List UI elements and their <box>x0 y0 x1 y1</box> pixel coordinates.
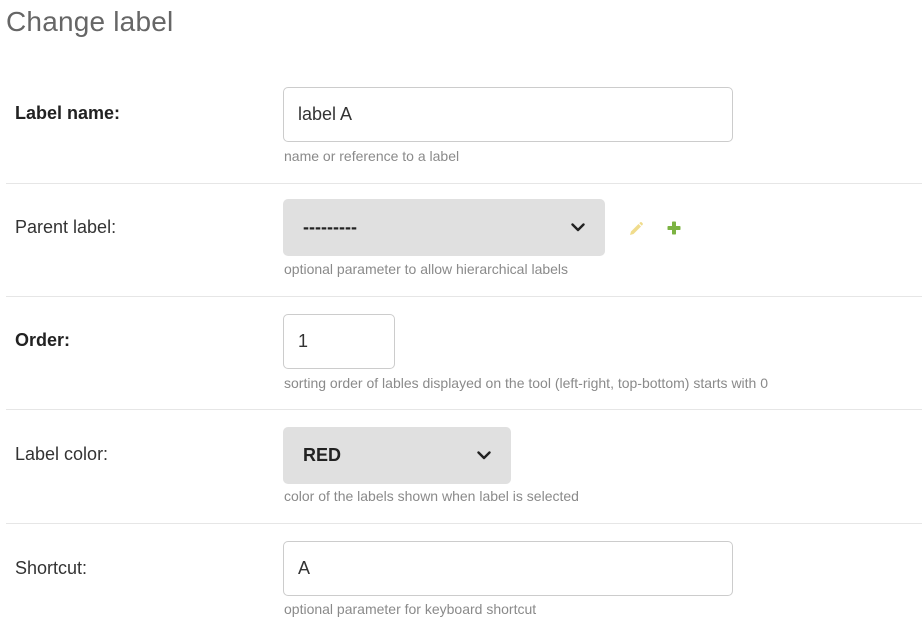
order-value: 1 <box>298 331 309 351</box>
label-name-help: name or reference to a label <box>284 148 460 164</box>
change-label-form: Change label Label name: label A name or… <box>0 0 922 632</box>
label-color-help: color of the labels shown when label is … <box>284 488 579 504</box>
shortcut-value: A <box>298 558 311 578</box>
plus-icon[interactable] <box>666 220 682 236</box>
label-color-selected: RED <box>303 445 342 465</box>
divider <box>6 409 922 410</box>
pencil-icon[interactable] <box>628 221 644 237</box>
parent-label-help: optional parameter to allow hierarchical… <box>284 261 569 277</box>
chevron-down-icon <box>477 451 491 460</box>
label-color-label: Label color: <box>15 444 109 464</box>
divider <box>6 296 922 297</box>
parent-label-label: Parent label: <box>15 217 117 237</box>
chevron-down-icon <box>571 223 585 232</box>
parent-label-selected: --------- <box>303 217 357 237</box>
divider <box>6 183 922 184</box>
order-label: Order: <box>15 330 71 350</box>
label-color-select[interactable]: RED <box>283 427 511 484</box>
parent-label-select[interactable]: --------- <box>283 199 605 256</box>
label-name-value: label A <box>298 104 353 124</box>
divider <box>6 523 922 524</box>
label-name-input[interactable]: label A <box>283 87 733 142</box>
order-input[interactable]: 1 <box>283 314 395 369</box>
shortcut-label: Shortcut: <box>15 558 88 578</box>
order-help: sorting order of lables displayed on the… <box>284 375 769 391</box>
shortcut-input[interactable]: A <box>283 541 733 596</box>
page-title: Change label <box>6 6 174 37</box>
label-name-label: Label name: <box>15 103 121 123</box>
shortcut-help: optional parameter for keyboard shortcut <box>284 601 537 617</box>
